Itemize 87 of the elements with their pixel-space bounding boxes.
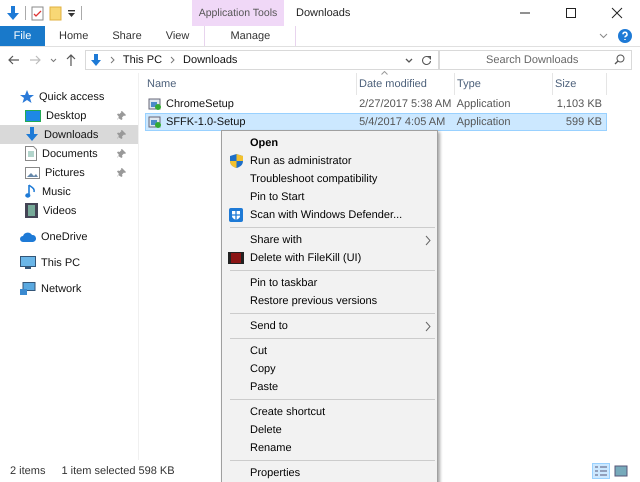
file-row[interactable]: ChromeSetup 2/27/2017 5:38 AM Application 1,103 KB	[145, 95, 607, 113]
sidebar-item[interactable]: Network	[0, 279, 138, 298]
menu-item[interactable]: Copy	[222, 360, 437, 378]
details-view-button[interactable]	[592, 463, 610, 479]
star-icon	[20, 90, 34, 104]
filekill-icon	[228, 252, 244, 264]
table-cell-text: 599 KB	[564, 116, 603, 128]
menu-item[interactable]: Delete	[222, 421, 437, 439]
installer-icon	[148, 115, 162, 129]
sidebar-item[interactable]: Documents	[0, 144, 138, 163]
file-name: ChromeSetup	[166, 98, 234, 110]
column-header[interactable]: Date modified	[357, 73, 455, 95]
download-arrow-icon	[90, 53, 102, 67]
sort-caret-icon	[381, 71, 388, 75]
menu-item[interactable]: Rename	[222, 439, 437, 457]
close-icon[interactable]	[611, 7, 623, 19]
ribbon-tab[interactable]: View	[154, 26, 202, 46]
music-note-icon	[25, 184, 37, 199]
sidebar-item[interactable]: Quick access	[0, 87, 138, 106]
shield-cross-icon	[229, 208, 243, 222]
shield-icon	[230, 154, 242, 168]
dropdown-icon[interactable]	[67, 8, 76, 18]
menu-item[interactable]: Pin to taskbar	[222, 274, 437, 292]
menu-item[interactable]: Scan with Windows Defender...	[222, 206, 437, 224]
breadcrumb[interactable]: This PC	[122, 54, 162, 66]
sidebar-item[interactable]: This PC	[0, 253, 138, 272]
film-icon	[25, 203, 38, 218]
contextual-tab-header: Application Tools	[192, 0, 284, 26]
sidebar-item[interactable]: Pictures	[0, 163, 138, 182]
menu-item[interactable]: Open	[222, 134, 437, 152]
file-row[interactable]: SFFK-1.0-Setup 5/4/2017 4:05 AM Application 599 KB	[145, 113, 607, 131]
table-cell-text: 5/4/2017 4:05 AM	[358, 116, 446, 128]
table-cell-text: 2/27/2017 5:38 AM	[358, 98, 452, 110]
back-icon[interactable]	[8, 55, 20, 65]
pictures-icon	[25, 166, 40, 178]
breadcrumb[interactable]: Downloads	[183, 54, 238, 66]
menu-item[interactable]: Restore previous versions	[222, 292, 437, 310]
contextual-tab[interactable]: Manage	[204, 26, 296, 46]
sidebar-item[interactable]: Videos	[0, 201, 138, 220]
search-icon	[614, 54, 625, 65]
expand-ribbon-icon[interactable]	[599, 33, 608, 39]
download-arrow-icon	[25, 127, 39, 142]
ribbon-tab[interactable]: Share	[100, 26, 154, 46]
large-icons-view-button[interactable]	[612, 463, 630, 479]
document-icon	[25, 146, 37, 161]
menu-item[interactable]: Create shortcut	[222, 403, 437, 421]
ribbon-tab[interactable]: Home	[47, 26, 100, 46]
column-header[interactable]: Size	[553, 73, 607, 95]
table-cell-text: Application	[456, 98, 512, 110]
sidebar-item[interactable]: Desktop	[0, 106, 138, 125]
address-bar[interactable]: This PC Downloads	[84, 50, 439, 70]
item-count: 2 items	[10, 465, 46, 477]
menu-item[interactable]: Cut	[222, 342, 437, 360]
download-arrow-icon[interactable]	[6, 5, 20, 21]
installer-icon	[148, 97, 162, 111]
column-header[interactable]: Name	[145, 73, 357, 95]
maximize-icon[interactable]	[565, 7, 577, 19]
refresh-icon[interactable]	[421, 54, 432, 66]
selection-info: 1 item selected 598 KB	[61, 465, 175, 477]
table-cell-text: 1,103 KB	[556, 98, 603, 110]
search-field[interactable]: Search Downloads	[439, 50, 632, 70]
sidebar-item[interactable]: Music	[0, 182, 138, 201]
sidebar-item[interactable]: OneDrive	[0, 227, 138, 246]
chevron-icon	[110, 56, 115, 64]
file-name: SFFK-1.0-Setup	[166, 116, 246, 128]
column-header[interactable]: Type	[455, 73, 553, 95]
up-icon[interactable]	[66, 54, 76, 66]
recent-dropdown-icon[interactable]	[50, 58, 57, 62]
file-tab[interactable]: File	[0, 26, 45, 46]
network-icon	[20, 282, 36, 296]
menu-item[interactable]: Send to	[222, 317, 437, 335]
chevron-icon	[170, 56, 176, 64]
menu-item[interactable]: Delete with FileKill (UI)	[222, 249, 437, 267]
menu-item[interactable]: Troubleshoot compatibility	[222, 170, 437, 188]
menu-item[interactable]: Properties	[222, 464, 437, 482]
cloud-icon	[20, 232, 36, 242]
menu-item[interactable]: Paste	[222, 378, 437, 396]
sidebar-item[interactable]: Downloads	[0, 125, 138, 144]
address-dropdown-icon[interactable]	[405, 58, 413, 62]
table-cell-text: Application	[456, 116, 512, 128]
desktop-icon	[25, 110, 41, 122]
window-title: Downloads	[295, 6, 350, 21]
menu-item[interactable]: Pin to Start	[222, 188, 437, 206]
menu-item[interactable]: Run as administrator	[222, 152, 437, 170]
menu-item[interactable]: Share with	[222, 231, 437, 249]
help-icon[interactable]	[618, 29, 632, 43]
monitor-icon	[20, 256, 36, 270]
